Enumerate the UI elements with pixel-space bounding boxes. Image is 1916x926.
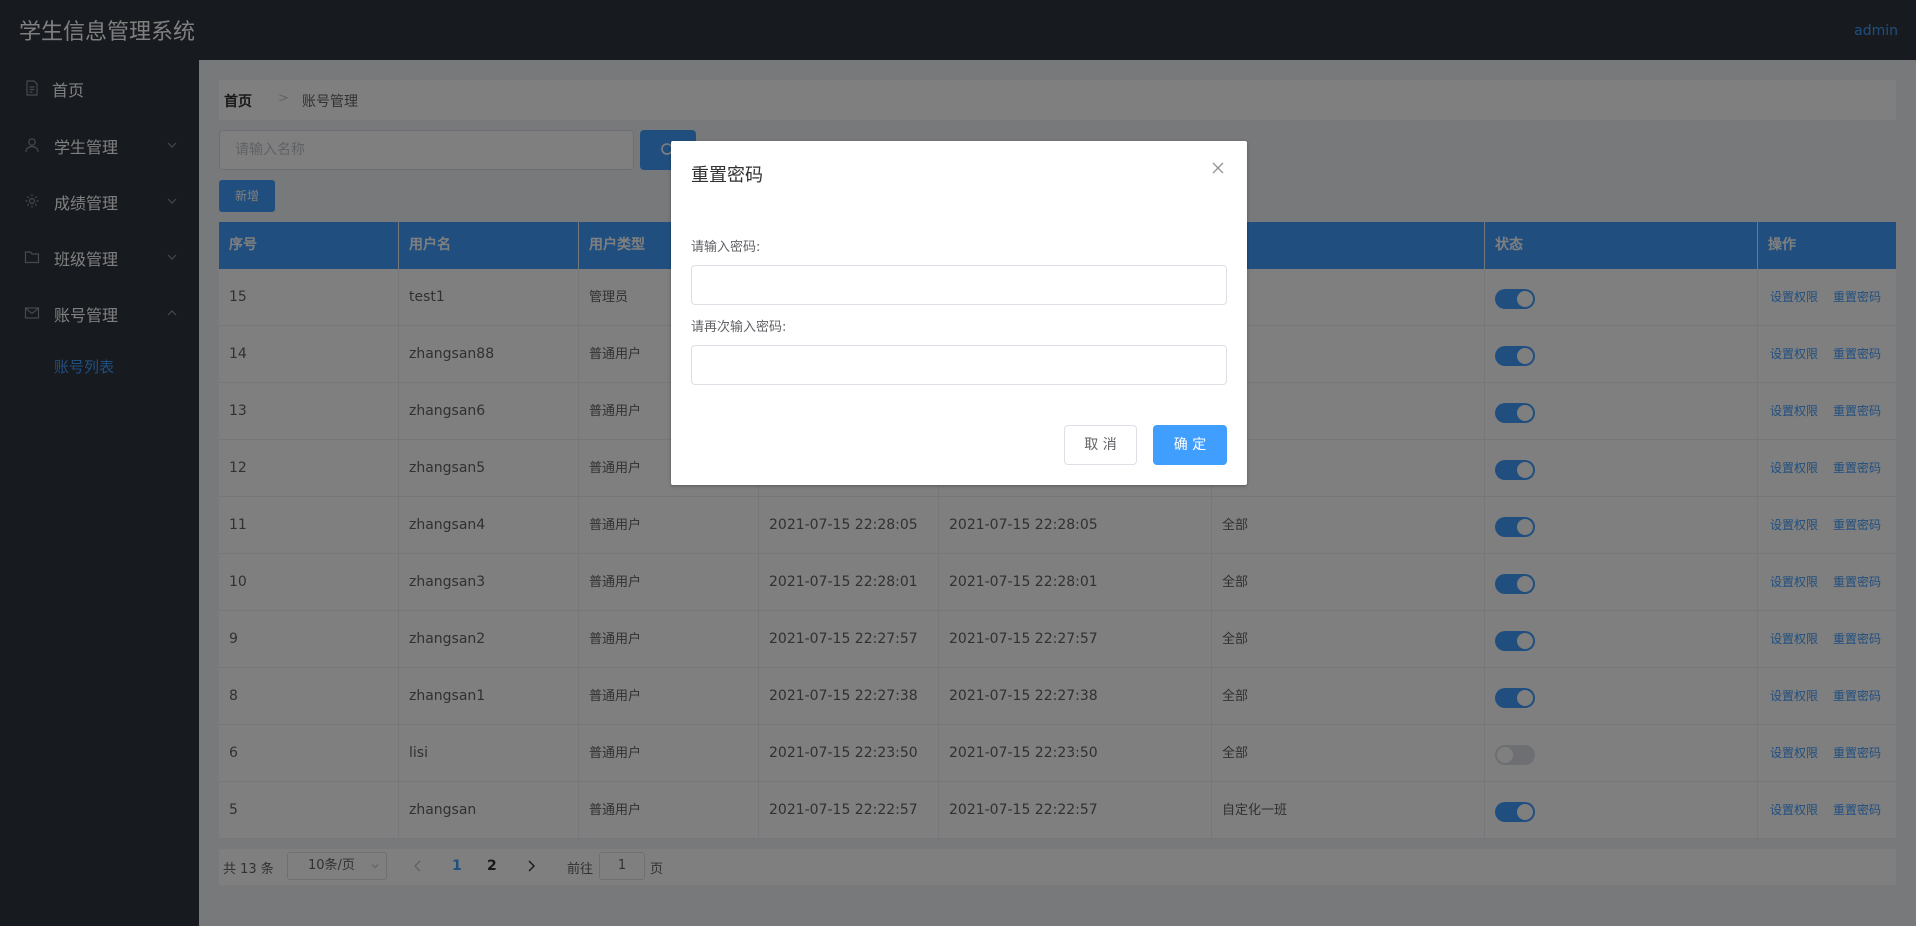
password-input[interactable] xyxy=(691,265,1227,305)
confirm-button[interactable]: 确 定 xyxy=(1153,425,1227,465)
password-label: 请输入密码: xyxy=(691,240,761,255)
cancel-button[interactable]: 取 消 xyxy=(1064,425,1137,465)
close-icon[interactable] xyxy=(1211,161,1225,175)
confirm-password-input[interactable] xyxy=(691,345,1227,385)
confirm-password-label: 请再次输入密码: xyxy=(691,320,787,335)
dialog-title: 重置密码 xyxy=(691,165,763,186)
reset-password-dialog: 重置密码 请输入密码: 请再次输入密码: 取 消 确 定 xyxy=(671,141,1247,485)
